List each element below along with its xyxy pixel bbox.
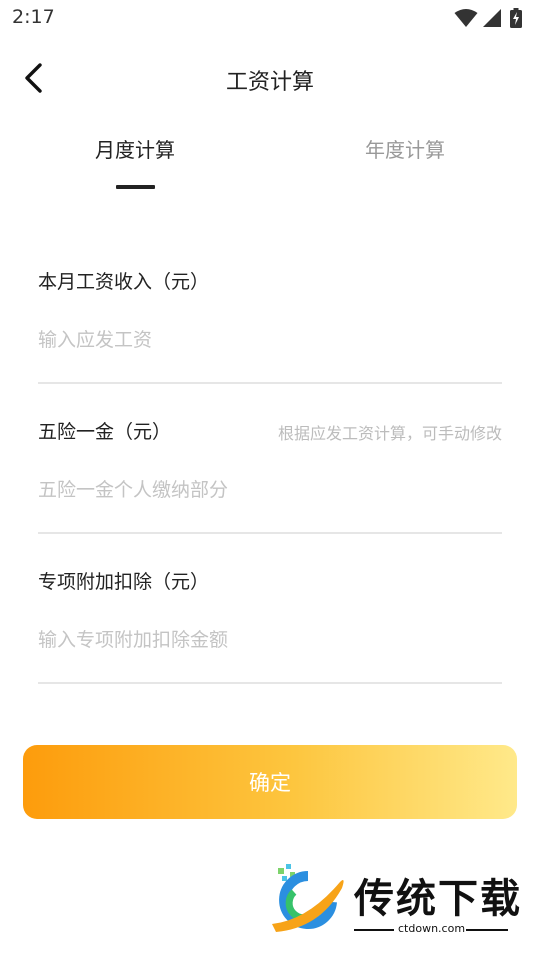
nav-bar: 工资计算	[0, 50, 540, 106]
insurance-hint: 根据应发工资计算，可手动修改	[277, 424, 502, 443]
insurance-divider	[38, 532, 502, 534]
signal-icon	[483, 9, 501, 27]
watermark-line-left	[354, 929, 394, 931]
page-title: 工资计算	[225, 70, 314, 95]
status-bar: 2:17	[0, 0, 540, 36]
watermark-url: ctdown.com	[398, 922, 466, 935]
deduction-input[interactable]	[38, 622, 502, 658]
wifi-icon	[454, 9, 478, 27]
tab-monthly[interactable]: 月度计算	[35, 134, 235, 163]
watermark: 传统下载 ctdown.com	[268, 860, 520, 940]
salary-input[interactable]	[38, 322, 502, 358]
insurance-input[interactable]	[38, 472, 502, 508]
status-time: 2:17	[12, 6, 55, 28]
watermark-brand: 传统下载	[354, 876, 522, 922]
deduction-label: 专项附加扣除（元）	[38, 571, 210, 593]
insurance-label: 五险一金（元）	[38, 421, 172, 443]
deduction-divider	[38, 682, 502, 684]
active-tab-indicator	[116, 185, 155, 189]
salary-label: 本月工资收入（元）	[38, 271, 210, 293]
ctdown-logo-icon	[272, 864, 344, 932]
watermark-line-right	[466, 929, 508, 931]
confirm-button[interactable]: 确定	[23, 745, 517, 819]
battery-charging-icon	[510, 8, 522, 28]
status-icons	[454, 8, 526, 28]
tab-annual[interactable]: 年度计算	[305, 134, 505, 163]
salary-divider	[38, 382, 502, 384]
